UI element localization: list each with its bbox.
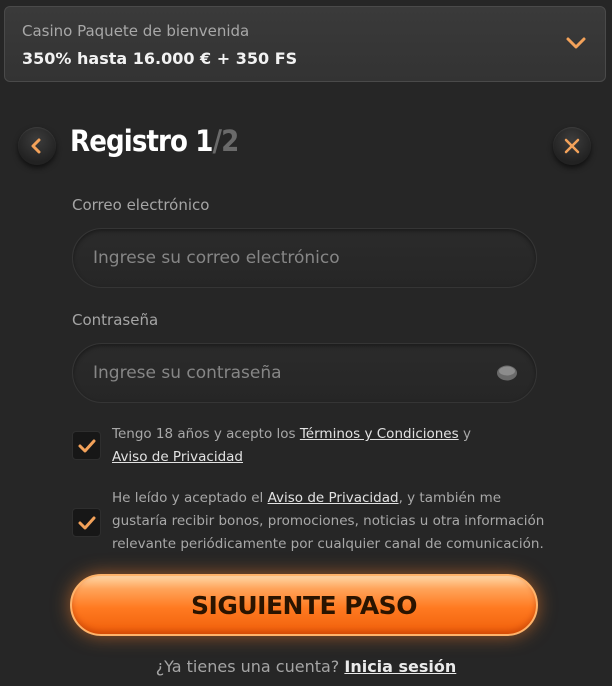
password-label: Contraseña xyxy=(72,311,159,329)
marketing-prefix: He leído y aceptado el xyxy=(112,490,268,506)
privacy-link[interactable]: Aviso de Privacidad xyxy=(112,449,243,465)
terms-text: Tengo 18 años y acepto los Términos y Co… xyxy=(112,423,552,469)
email-label: Correo electrónico xyxy=(72,196,210,214)
page-title: Registro 1/2 xyxy=(70,124,239,158)
bonus-label: Casino Paquete de bienvenida xyxy=(22,22,250,40)
checkmark-icon xyxy=(78,439,95,452)
login-link[interactable]: Inicia sesión xyxy=(344,657,456,676)
login-prompt: ¿Ya tienes una cuenta? Inicia sesión xyxy=(0,657,612,676)
email-input[interactable] xyxy=(72,228,537,288)
chevron-left-icon xyxy=(31,138,41,154)
terms-link[interactable]: Términos y Condiciones xyxy=(300,426,459,442)
login-prompt-text: ¿Ya tienes una cuenta? xyxy=(155,657,345,676)
chevron-down-icon[interactable] xyxy=(565,35,587,51)
marketing-checkbox[interactable] xyxy=(72,508,101,537)
eye-icon[interactable] xyxy=(496,364,518,382)
terms-and: y xyxy=(458,426,471,442)
password-input[interactable] xyxy=(72,343,537,403)
title-text: Registro 1 xyxy=(70,124,213,158)
terms-checkbox[interactable] xyxy=(72,431,101,460)
back-button[interactable] xyxy=(18,127,56,165)
marketing-privacy-link[interactable]: Aviso de Privacidad xyxy=(268,490,399,506)
bonus-package-selector[interactable]: Casino Paquete de bienvenida 350% hasta … xyxy=(4,6,606,82)
step-total: /2 xyxy=(212,124,239,158)
marketing-text: He leído y aceptado el Aviso de Privacid… xyxy=(112,487,552,556)
bonus-value: 350% hasta 16.000 € + 350 FS xyxy=(22,49,298,68)
close-icon xyxy=(564,138,580,154)
checkmark-icon xyxy=(78,516,95,529)
terms-prefix: Tengo 18 años y acepto los xyxy=(112,426,300,442)
next-step-button[interactable]: SIGUIENTE PASO xyxy=(70,574,538,636)
close-button[interactable] xyxy=(553,127,591,165)
